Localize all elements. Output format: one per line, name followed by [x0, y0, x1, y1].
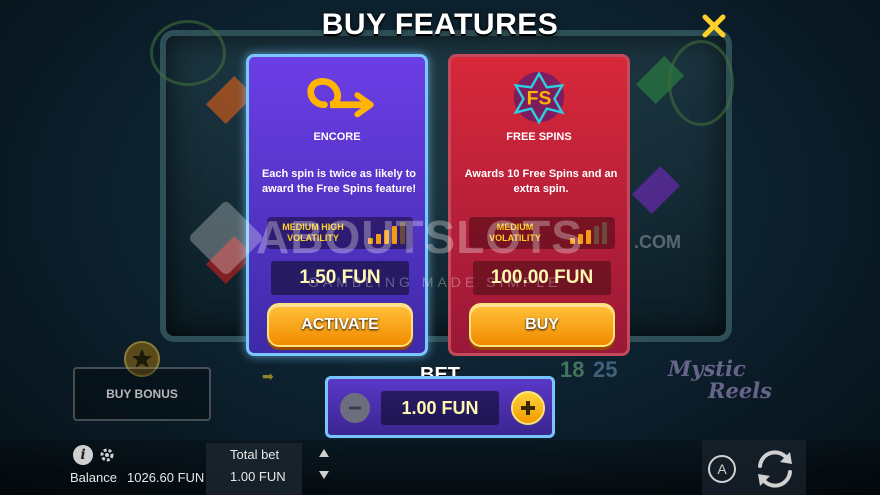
bet-up-arrow-icon[interactable] [319, 449, 329, 457]
volatility-label: MEDIUM VOLATILITY [489, 222, 541, 243]
gear-icon[interactable] [98, 446, 116, 464]
svg-text:FS: FS [527, 88, 552, 110]
close-icon [702, 14, 726, 38]
loop-arrow-icon [307, 78, 374, 118]
balance-label: Balance [70, 470, 117, 485]
volatility-bars [368, 222, 405, 244]
total-bet-value: 1.00 FUN [230, 469, 286, 484]
info-icon[interactable]: i [73, 445, 93, 465]
bet-down-arrow-icon[interactable] [319, 471, 329, 479]
spin-button[interactable] [752, 446, 798, 492]
activate-button[interactable]: ACTIVATE [267, 303, 413, 347]
feature-description: Each spin is twice as likely to award th… [261, 168, 417, 195]
plus-icon [521, 401, 535, 415]
feature-description: Awards 10 Free Spins and an extra spin. [464, 168, 618, 195]
feature-card-encore: ENCORE Each spin is twice as likely to a… [246, 54, 428, 356]
fs-star-icon: FS [513, 71, 565, 125]
feature-name: ENCORE [313, 131, 361, 143]
close-button[interactable] [698, 10, 730, 42]
volatility-label: MEDIUM HIGH VOLATILITY [282, 222, 344, 243]
feature-name: FREE SPINS [506, 131, 572, 143]
volatility-bars [570, 222, 607, 244]
vine-decoration [668, 40, 734, 126]
bet-value: 1.00 FUN [381, 391, 499, 425]
total-bet-label: Total bet [230, 447, 280, 462]
bet-panel: 1.00 FUN [325, 376, 555, 438]
buy-button[interactable]: BUY [469, 303, 615, 347]
bet-increase-button[interactable] [511, 391, 545, 425]
minus-icon [349, 406, 361, 410]
feature-price: 100.00 FUN [473, 261, 611, 295]
balance-value: 1026.60 FUN [127, 470, 205, 485]
autoplay-button[interactable]: A [708, 455, 736, 483]
volatility-indicator: MEDIUM HIGH VOLATILITY [267, 217, 413, 249]
feature-price: 1.50 FUN [271, 261, 409, 295]
bet-decrease-button[interactable] [340, 393, 370, 423]
page-title: BUY FEATURES [321, 8, 559, 41]
volatility-indicator: MEDIUM VOLATILITY [469, 217, 615, 249]
feature-card-free-spins: FS FREE SPINS Awards 10 Free Spins and a… [448, 54, 630, 356]
